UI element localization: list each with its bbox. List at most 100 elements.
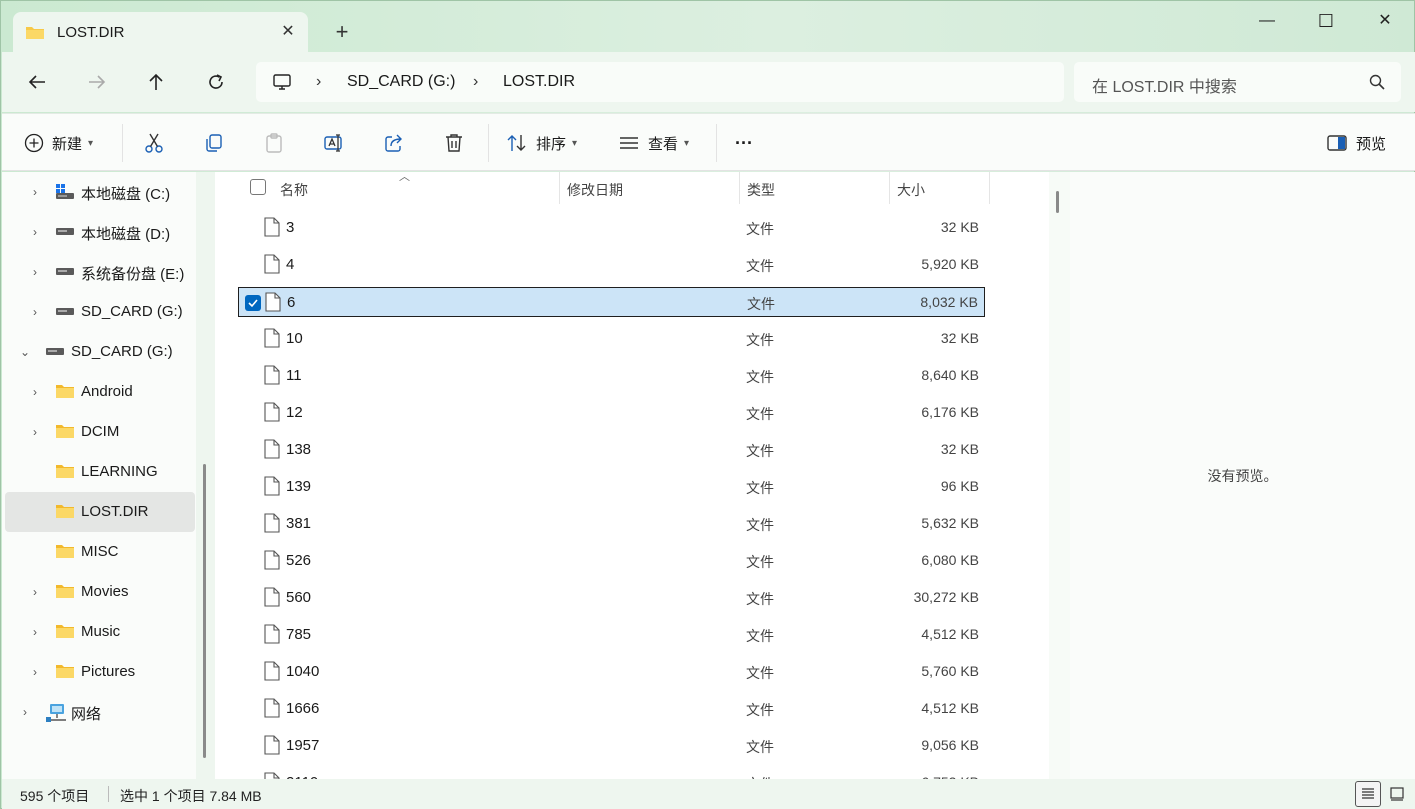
sidebar-item-sd-card[interactable]: › SD_CARD (G:) <box>5 292 195 332</box>
chevron-down-icon[interactable]: ⌄ <box>19 345 31 359</box>
column-divider[interactable] <box>889 172 890 204</box>
chevron-right-icon[interactable]: › <box>29 585 41 599</box>
sidebar-item-label: Android <box>81 383 133 400</box>
share-button[interactable] <box>383 130 405 156</box>
copy-button[interactable] <box>203 130 225 156</box>
column-modified-label: 修改日期 <box>567 182 623 198</box>
file-row[interactable]: 10 文件 32 KB <box>238 324 985 354</box>
file-icon <box>264 550 280 570</box>
file-name: 560 <box>286 589 312 606</box>
new-button[interactable]: 新建 ▾ <box>24 130 93 156</box>
close-window-button[interactable]: ✕ <box>1362 7 1408 35</box>
file-name: 1666 <box>286 700 320 717</box>
breadcrumb-lost-dir[interactable]: LOST.DIR <box>503 73 575 91</box>
file-name: 12 <box>286 404 303 421</box>
file-row[interactable]: 6 文件 8,032 KB <box>238 287 985 317</box>
list-scroll-track[interactable] <box>1049 172 1070 779</box>
file-row[interactable]: 381 文件 5,632 KB <box>238 509 985 539</box>
sidebar-item-drive-e[interactable]: › 系统备份盘 (E:) <box>5 252 195 292</box>
sidebar-item-misc[interactable]: MISC <box>5 532 195 572</box>
view-button[interactable]: 查看 ▾ <box>618 130 689 156</box>
row-checkbox[interactable] <box>245 295 261 311</box>
sidebar-item-music[interactable]: › Music <box>5 612 195 652</box>
chevron-right-icon[interactable]: › <box>19 705 31 719</box>
address-bar[interactable]: › SD_CARD (G:) › LOST.DIR <box>256 62 1064 102</box>
paste-button[interactable] <box>263 130 285 156</box>
minimize-button[interactable]: — <box>1244 7 1290 35</box>
chevron-right-icon[interactable]: › <box>29 305 41 319</box>
search-input[interactable]: 在 LOST.DIR 中搜索 <box>1074 62 1401 102</box>
tab-title: LOST.DIR <box>57 24 125 41</box>
cut-button[interactable] <box>143 130 165 156</box>
sidebar-item-label: SD_CARD (G:) <box>81 303 183 320</box>
tab-lost-dir[interactable]: LOST.DIR ✕ <box>13 12 308 52</box>
divider <box>108 786 109 802</box>
sidebar-item-learning[interactable]: LEARNING <box>5 452 195 492</box>
file-row[interactable]: 1957 文件 9,056 KB <box>238 731 985 761</box>
tab-close-icon[interactable]: ✕ <box>278 22 298 42</box>
sidebar-item-android[interactable]: › Android <box>5 372 195 412</box>
up-button[interactable] <box>142 68 170 96</box>
file-size: 32 KB <box>940 441 979 457</box>
file-row[interactable]: 138 文件 32 KB <box>238 435 985 465</box>
forward-button[interactable] <box>83 68 111 96</box>
chevron-right-icon[interactable]: › <box>29 425 41 439</box>
file-row[interactable]: 1666 文件 4,512 KB <box>238 694 985 724</box>
file-row[interactable]: 2110文件6,752 KB <box>238 768 985 779</box>
sidebar-item-pictures[interactable]: › Pictures <box>5 652 195 692</box>
file-row[interactable]: 11 文件 8,640 KB <box>238 361 985 391</box>
sidebar-item-lost-dir[interactable]: LOST.DIR <box>5 492 195 532</box>
chevron-right-icon[interactable]: › <box>29 625 41 639</box>
select-all-checkbox[interactable] <box>250 179 266 195</box>
column-divider[interactable] <box>739 172 740 204</box>
tiles-view-icon <box>1390 787 1404 801</box>
rename-icon <box>324 134 342 152</box>
chevron-right-icon[interactable]: › <box>29 665 41 679</box>
new-tab-button[interactable]: + <box>329 21 355 45</box>
file-row[interactable]: 12 文件 6,176 KB <box>238 398 985 428</box>
file-icon <box>264 772 280 779</box>
file-row[interactable]: 560 文件 30,272 KB <box>238 583 985 613</box>
column-header-type[interactable]: 类型 <box>747 172 887 204</box>
delete-button[interactable] <box>443 130 465 156</box>
sidebar-item-drive-d[interactable]: › 本地磁盘 (D:) <box>5 212 195 252</box>
breadcrumb-separator[interactable]: › <box>316 73 321 91</box>
back-button[interactable] <box>23 68 51 96</box>
nav-scrollbar[interactable] <box>203 464 206 758</box>
sort-button[interactable]: 排序 ▾ <box>506 130 577 156</box>
file-row[interactable]: 3 文件 32 KB <box>238 213 985 243</box>
column-header-modified[interactable]: 修改日期 <box>567 172 737 204</box>
rename-button[interactable] <box>323 130 345 156</box>
file-row[interactable]: 139 文件 96 KB <box>238 472 985 502</box>
list-scrollbar-thumb[interactable] <box>1056 191 1059 213</box>
column-header-size[interactable]: 大小 <box>897 172 987 204</box>
column-header-name[interactable]: 名称 <box>280 172 558 204</box>
file-row[interactable]: 785 文件 4,512 KB <box>238 620 985 650</box>
file-size: 8,032 KB <box>920 294 978 310</box>
folder-icon <box>56 665 74 678</box>
sidebar-item-movies[interactable]: › Movies <box>5 572 195 612</box>
file-row[interactable]: 526 文件 6,080 KB <box>238 546 985 576</box>
breadcrumb-sd-card[interactable]: SD_CARD (G:) <box>347 73 455 91</box>
chevron-right-icon[interactable]: › <box>29 265 41 279</box>
details-view-button[interactable] <box>1355 781 1381 807</box>
preview-pane-button[interactable]: 预览 <box>1326 130 1386 156</box>
chevron-right-icon[interactable]: › <box>29 385 41 399</box>
chevron-right-icon[interactable]: › <box>29 225 41 239</box>
sidebar-item-dcim[interactable]: › DCIM <box>5 412 195 452</box>
tiles-view-button[interactable] <box>1384 781 1410 807</box>
file-row[interactable]: 4 文件 5,920 KB <box>238 250 985 280</box>
column-divider[interactable] <box>989 172 990 204</box>
file-row[interactable]: 1040 文件 5,760 KB <box>238 657 985 687</box>
file-name: 10 <box>286 330 303 347</box>
command-bar: 新建 ▾ 排序 ▾ 查看 ▾ ··· 预览 <box>2 113 1415 171</box>
column-divider[interactable] <box>559 172 560 204</box>
chevron-right-icon[interactable]: › <box>29 185 41 199</box>
more-options-button[interactable]: ··· <box>735 130 753 156</box>
sidebar-item-sd-card-root[interactable]: ⌄ SD_CARD (G:) <box>5 332 195 372</box>
breadcrumb-separator[interactable]: › <box>473 73 478 91</box>
sidebar-item-drive-c[interactable]: › 本地磁盘 (C:) <box>5 172 195 212</box>
sidebar-item-network[interactable]: › 网络 <box>5 692 195 732</box>
refresh-button[interactable] <box>202 68 230 96</box>
maximize-button[interactable]: ☐ <box>1303 7 1349 35</box>
